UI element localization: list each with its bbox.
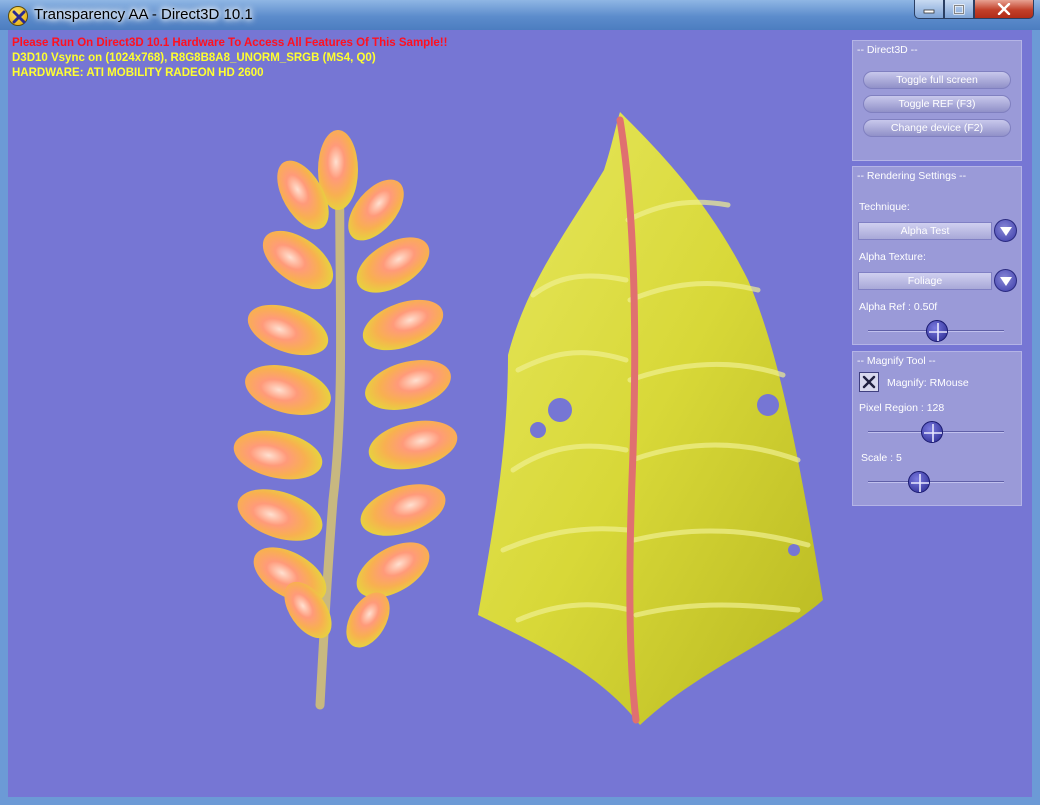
alpha-texture-dropdown-button[interactable] xyxy=(994,269,1017,292)
window-frame-right xyxy=(1032,30,1040,805)
maximize-icon xyxy=(953,3,965,15)
close-button[interactable] xyxy=(974,0,1034,19)
scale-label: Scale : 5 xyxy=(861,452,902,464)
magnify-checkbox[interactable] xyxy=(859,372,879,392)
scale-slider-thumb[interactable] xyxy=(908,471,930,493)
technique-label: Technique: xyxy=(859,201,910,213)
toggle-full-screen-button[interactable]: Toggle full screen xyxy=(863,71,1011,89)
render-viewport[interactable]: Please Run On Direct3D 10.1 Hardware To … xyxy=(8,30,1032,797)
window-title: Transparency AA - Direct3D 10.1 xyxy=(34,6,253,23)
minimize-icon xyxy=(923,9,935,14)
app-window: Transparency AA - Direct3D 10.1 Please R… xyxy=(0,0,1040,805)
dropdown-arrow-icon xyxy=(1000,227,1012,236)
slider-thumb-icon xyxy=(929,323,947,341)
window-frame-left xyxy=(0,30,8,805)
alpha-ref-label: Alpha Ref : 0.50f xyxy=(859,301,938,313)
pixel-region-slider-thumb[interactable] xyxy=(921,421,943,443)
slider-thumb-icon xyxy=(911,474,929,492)
checkbox-x-icon xyxy=(862,375,876,389)
direct3d-panel: -- Direct3D -- Toggle full screen Toggle… xyxy=(852,40,1022,161)
magnify-label: Magnify: RMouse xyxy=(887,377,969,389)
hud-warning-text: Please Run On Direct3D 10.1 Hardware To … xyxy=(12,37,448,49)
scale-slider-track[interactable] xyxy=(868,481,1004,483)
dropdown-arrow-icon xyxy=(1000,277,1012,286)
title-bar[interactable]: Transparency AA - Direct3D 10.1 xyxy=(0,0,1040,30)
leaf xyxy=(478,112,823,725)
app-logo-icon xyxy=(8,6,28,26)
pixel-region-label: Pixel Region : 128 xyxy=(859,402,945,414)
hud-hardware-text: HARDWARE: ATI MOBILITY RADEON HD 2600 xyxy=(12,67,264,79)
change-device-button[interactable]: Change device (F2) xyxy=(863,119,1011,137)
technique-combobox[interactable]: Alpha Test xyxy=(858,222,992,240)
rendering-settings-header: -- Rendering Settings -- xyxy=(857,170,967,182)
maximize-button[interactable] xyxy=(944,0,974,19)
rendering-settings-panel: -- Rendering Settings -- Technique: Alph… xyxy=(852,166,1022,345)
close-icon xyxy=(997,3,1011,15)
hud-device-text: D3D10 Vsync on (1024x768), R8G8B8A8_UNOR… xyxy=(12,52,376,64)
alpha-texture-label: Alpha Texture: xyxy=(859,251,926,263)
flower-branch xyxy=(233,130,458,710)
alpha-texture-combobox[interactable]: Foliage xyxy=(858,272,992,290)
magnify-tool-panel: -- Magnify Tool -- Magnify: RMouse Pixel… xyxy=(852,351,1022,506)
alpha-ref-slider-thumb[interactable] xyxy=(926,320,948,342)
magnify-tool-header: -- Magnify Tool -- xyxy=(857,355,936,367)
slider-thumb-icon xyxy=(924,424,942,442)
minimize-button[interactable] xyxy=(914,0,944,19)
toggle-ref-button[interactable]: Toggle REF (F3) xyxy=(863,95,1011,113)
direct3d-header: -- Direct3D -- xyxy=(857,44,918,56)
window-frame-bottom xyxy=(0,797,1040,805)
technique-dropdown-button[interactable] xyxy=(994,219,1017,242)
